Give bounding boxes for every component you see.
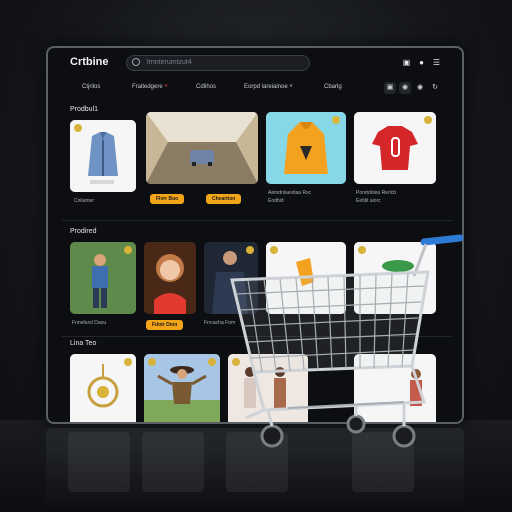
cart-icon[interactable]: ◉ [414, 82, 426, 94]
product-card-hoodie[interactable] [266, 112, 346, 184]
shopping-cart-icon [230, 234, 464, 448]
shield-icon[interactable]: ● [417, 58, 426, 67]
checkout-button[interactable]: Cheartion [206, 194, 242, 204]
category-nav: Ctjrilos Fraitedgere ˅ Cdlihos Eorpd lar… [48, 82, 462, 98]
favorite-icon[interactable] [148, 358, 156, 366]
bag-icon[interactable]: ▣ [384, 82, 396, 94]
favorite-icon[interactable] [74, 124, 82, 132]
detail-button[interactable]: Fdotr Dion [146, 320, 184, 330]
view-button[interactable]: Flvrr Boo [150, 194, 185, 204]
nav-item-2-label: Fraitedgere [132, 84, 163, 90]
favorite-icon[interactable] [124, 358, 132, 366]
favorite-icon[interactable] [124, 246, 132, 254]
product-card-portrait[interactable] [144, 242, 196, 314]
section-title-products: Prodbul1 [70, 106, 99, 113]
cart-handle [420, 234, 464, 246]
favorite-icon[interactable] [332, 116, 340, 124]
portrait-icon [144, 242, 196, 314]
product-card-pendant[interactable] [70, 354, 136, 422]
nav-item-4[interactable]: Eorpd lareiainoe ˅ [244, 84, 293, 90]
divider [62, 220, 452, 221]
menu-icon[interactable]: ☰ [432, 58, 441, 67]
favorite-icon[interactable] [208, 358, 216, 366]
search-icon [132, 58, 140, 66]
section-title-featured: Prodired [70, 228, 97, 235]
card-caption: Aetodnlaestiaa Rsc [268, 190, 312, 196]
nav-item-2[interactable]: Fraitedgere ˅ [132, 84, 168, 90]
car-icon [146, 112, 258, 184]
nav-item-5[interactable]: Cbarlg [324, 84, 342, 90]
card-subcaption: Eeblit aiorc [356, 198, 381, 204]
refresh-icon[interactable]: ↻ [429, 82, 441, 94]
product-card-shirt[interactable] [354, 112, 436, 184]
section-title-latest: Lina Teo [70, 340, 97, 347]
product-card-jacket[interactable] [70, 120, 136, 192]
product-card-person[interactable] [70, 242, 136, 314]
reflection-card [68, 432, 130, 492]
card-subcaption: Eodhid [268, 198, 284, 204]
nav-item-1[interactable]: Ctjrilos [82, 84, 100, 90]
bag-icon[interactable]: ▣ [402, 58, 411, 67]
nav-item-3[interactable]: Cdlihos [196, 84, 216, 90]
chevron-down-icon: ˅ [289, 84, 293, 90]
top-bar: Crtbine lrnnterumtzut4 ▣ ● ☰ [48, 48, 462, 78]
card-caption: Fnnefarsl Daou [72, 320, 107, 326]
nav-item-4-label: Eorpd lareiainoe [244, 84, 288, 90]
shirt-icon [354, 112, 436, 184]
reflection-card [142, 432, 204, 492]
chevron-down-icon: ˅ [164, 84, 168, 90]
bell-icon[interactable]: ◉ [399, 82, 411, 94]
search-input[interactable]: lrnnterumtzut4 [126, 55, 310, 71]
card-caption: Cnliumer [74, 198, 95, 204]
card-caption: Poretdolea Rerlcb [356, 190, 397, 196]
product-card-car[interactable] [146, 112, 258, 184]
product-card-dancer[interactable] [144, 354, 220, 422]
favorite-icon[interactable] [424, 116, 432, 124]
brand-logo: Crtbine [70, 56, 109, 68]
